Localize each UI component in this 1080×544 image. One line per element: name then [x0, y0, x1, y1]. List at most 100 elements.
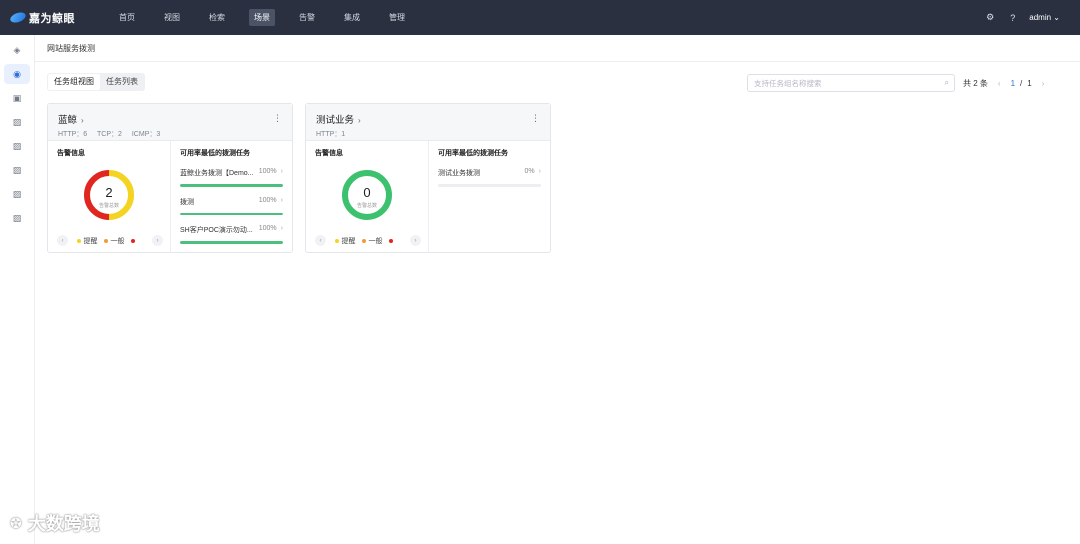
current-page[interactable]: 1 [1011, 79, 1015, 88]
watermark: ✪ 大数跨境 [10, 510, 100, 536]
search-input[interactable]: 支持任务组名称搜索 ⌕ [747, 74, 955, 92]
card-title[interactable]: 蓝鲸 › [58, 112, 282, 126]
alarm-total: 2 [105, 185, 113, 200]
task-panel-title: 可用率最低的拨测任务 [180, 150, 250, 157]
app-logo[interactable]: 嘉为鲸眼 [8, 10, 100, 26]
availability-bar [180, 184, 283, 187]
task-item[interactable]: SH客户POC演示勿动... 100% › [180, 225, 283, 244]
task-panel: 可用率最低的拨测任务 蓝鲸业务拨测【Demo... 100% › 拨测 100% ›… [171, 141, 292, 253]
chevron-right-icon: › [538, 168, 541, 175]
availability-bar-fill [180, 212, 283, 215]
chevron-right-icon: › [280, 225, 283, 232]
chevron-right-icon: › [358, 116, 361, 125]
chevron-right-icon[interactable]: › [410, 235, 421, 246]
alarm-total-label: 告警总数 [98, 203, 119, 209]
task-percent: 0% [524, 168, 535, 175]
tab-task-list[interactable]: 任务列表 [100, 74, 144, 90]
task-percent: 100% [258, 196, 277, 204]
legend-item-normal[interactable]: 一般 [361, 236, 383, 246]
card-header: 测试业务 › HTTP：1 ⋮ [306, 104, 550, 141]
divider [35, 61, 1080, 62]
protocol-count: HTTP：6 [58, 131, 88, 138]
page-separator: / [1020, 79, 1023, 88]
more-menu-icon[interactable]: ⋮ [273, 113, 282, 124]
sidebar: ◈ ◉ ▣ ▨ ▨ ▨ ▨ ▨ [0, 35, 35, 544]
nav-item-scene[interactable]: 场景 [249, 9, 275, 26]
task-percent: 100% [258, 225, 277, 232]
search-placeholder: 支持任务组名称搜索 [754, 78, 822, 88]
task-item[interactable]: 拨测 100% › [180, 196, 283, 215]
chevron-right-icon[interactable]: › [152, 235, 163, 246]
image-icon[interactable]: ▨ [4, 112, 30, 132]
nav-item-search[interactable]: 检索 [204, 9, 230, 26]
main-nav: 首页 视图 检索 场景 告警 集成 管理 [114, 9, 429, 26]
protocol-count: ICMP：3 [131, 131, 161, 138]
alarm-title: 告警信息 [57, 150, 85, 157]
task-name: 测试业务拨测 [438, 170, 480, 177]
task-percent: 100% [258, 168, 277, 175]
task-name: 拨测 [180, 198, 194, 206]
alarm-panel: 告警信息 2 告警总数 ‹ 提醒 一般 › [48, 141, 171, 253]
nav-item-manage[interactable]: 管理 [384, 9, 410, 26]
alarm-total-label: 告警总数 [356, 203, 377, 209]
availability-bar-fill [180, 184, 283, 187]
task-group-card[interactable]: 蓝鲸 › HTTP：6 TCP：2 ICMP：3 ⋮ 告警信息 2 告警总数 ‹ … [47, 103, 293, 253]
chevron-right-icon: › [280, 168, 283, 175]
protocol-counts: HTTP：1 [316, 129, 540, 139]
image-icon[interactable]: ▨ [4, 184, 30, 204]
help-icon[interactable]: ? [1010, 13, 1015, 23]
alarm-title: 告警信息 [315, 150, 343, 157]
legend-item-reminder[interactable]: 提醒 [76, 236, 98, 246]
legend-item-serious[interactable] [130, 238, 138, 243]
image-icon[interactable]: ▨ [4, 160, 30, 180]
nav-item-view[interactable]: 视图 [159, 9, 185, 26]
logo-icon [8, 10, 28, 25]
task-panel-title: 可用率最低的拨测任务 [438, 150, 508, 157]
image-icon[interactable]: ▨ [4, 136, 30, 156]
task-item[interactable]: 蓝鲸业务拨测【Demo... 100% › [180, 168, 283, 187]
alarm-legend: ‹ 提醒 一般 › [57, 235, 163, 246]
tab-group-view[interactable]: 任务组视图 [48, 74, 100, 90]
protocol-count: TCP：2 [97, 131, 122, 138]
topbar-actions: ⚙ ? admin ⌄ [970, 0, 1060, 35]
calendar-icon[interactable]: ▣ [4, 88, 30, 108]
card-title[interactable]: 测试业务 › [316, 112, 540, 126]
pagination: 共 2 条 ‹ 1 / 1 › [963, 78, 1054, 89]
total-count: 共 2 条 [963, 79, 988, 88]
top-navigation-bar: 嘉为鲸眼 首页 视图 检索 场景 告警 集成 管理 ⚙ ? admin ⌄ [0, 0, 1080, 35]
layers-icon[interactable]: ◈ [4, 40, 30, 60]
page-title: 网站服务拨测 [47, 44, 95, 53]
search-icon[interactable]: ⌕ [945, 78, 949, 88]
prev-page-icon[interactable]: ‹ [998, 79, 1001, 88]
image-icon[interactable]: ▨ [4, 208, 30, 228]
availability-bar [180, 241, 283, 244]
watermark-logo-icon: ✪ [10, 514, 22, 531]
watermark-text: 大数跨境 [27, 514, 100, 534]
alarm-legend: ‹ 提醒 一般 › [315, 235, 421, 246]
nav-item-integration[interactable]: 集成 [339, 9, 365, 26]
alarm-panel: 告警信息 0 告警总数 ‹ 提醒 一般 › [306, 141, 429, 253]
total-pages: 1 [1027, 79, 1032, 88]
protocol-counts: HTTP：6 TCP：2 ICMP：3 [58, 129, 282, 139]
legend-item-normal[interactable]: 一般 [103, 236, 125, 246]
task-group-card[interactable]: 测试业务 › HTTP：1 ⋮ 告警信息 0 告警总数 ‹ 提醒 一般 › 可用… [305, 103, 551, 253]
alarm-total: 0 [363, 185, 371, 200]
next-page-icon[interactable]: › [1042, 79, 1045, 88]
chevron-left-icon[interactable]: ‹ [57, 235, 68, 246]
availability-bar [438, 184, 541, 187]
task-name: 蓝鲸业务拨测【Demo... [180, 170, 254, 177]
user-menu[interactable]: admin ⌄ [1029, 13, 1060, 22]
more-menu-icon[interactable]: ⋮ [531, 113, 540, 124]
task-name: SH客户POC演示勿动... [180, 227, 253, 234]
view-tabs: 任务组视图 任务列表 [47, 73, 145, 91]
chevron-right-icon: › [280, 196, 283, 204]
chevron-left-icon[interactable]: ‹ [315, 235, 326, 246]
legend-item-reminder[interactable]: 提醒 [334, 236, 356, 246]
gear-icon[interactable]: ⚙ [986, 12, 994, 23]
user-name: admin [1029, 13, 1052, 22]
task-item[interactable]: 测试业务拨测 0% › [438, 168, 541, 187]
nav-item-alarm[interactable]: 告警 [294, 9, 320, 26]
nav-item-home[interactable]: 首页 [114, 9, 140, 26]
legend-item-serious[interactable] [388, 238, 396, 243]
globe-icon[interactable]: ◉ [4, 64, 30, 84]
